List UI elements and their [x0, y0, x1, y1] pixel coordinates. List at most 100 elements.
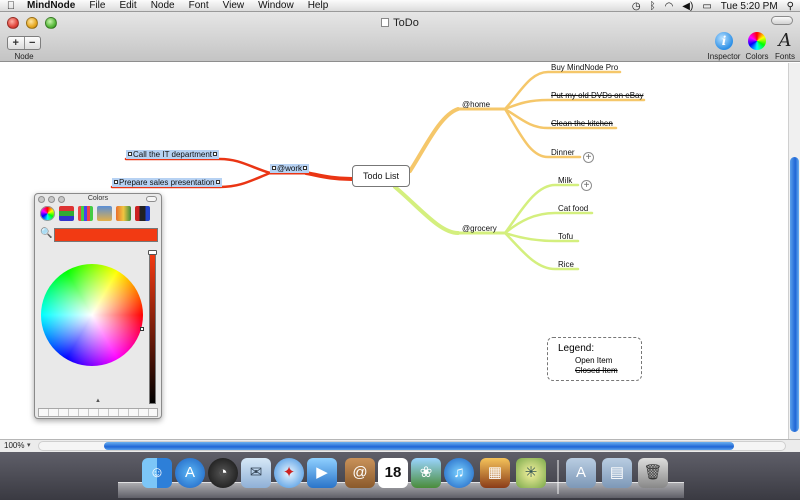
menu-file[interactable]: File	[84, 0, 114, 12]
selection-handle[interactable]	[215, 180, 220, 184]
node-milk[interactable]: Milk	[558, 176, 572, 185]
zoom-dropdown-icon[interactable]: ▾	[27, 441, 31, 449]
menu-edit[interactable]: Edit	[114, 0, 145, 12]
info-icon: i	[715, 32, 733, 50]
iphoto-icon[interactable]: ❀	[411, 458, 441, 488]
battery-icon[interactable]: ▭	[702, 1, 711, 12]
zoom-level[interactable]: 100%	[4, 441, 24, 450]
time-machine-icon[interactable]: ◷	[632, 1, 641, 12]
node-grocery[interactable]: @grocery	[462, 224, 497, 233]
menu-app[interactable]: MindNode	[22, 0, 84, 12]
expand-dinner-button[interactable]: +	[583, 152, 594, 163]
node-cat-food[interactable]: Cat food	[558, 204, 588, 213]
legend-closed-item: Closed Item	[575, 366, 618, 375]
facetime-icon[interactable]: ▶	[307, 458, 337, 488]
dock-separator	[557, 460, 559, 494]
node-put-dvds-on-ebay[interactable]: Put my old DVDs on eBay	[551, 91, 643, 100]
node-work[interactable]: @work	[270, 164, 310, 173]
inspector-button[interactable]: i Inspector	[706, 32, 742, 61]
add-node-button[interactable]: +	[8, 37, 24, 49]
color-palettes-tab[interactable]	[78, 206, 93, 221]
colors-label: Colors	[745, 52, 769, 61]
toolbar-toggle-button[interactable]	[771, 16, 793, 25]
horizontal-scrollbar[interactable]	[38, 441, 786, 451]
menu-node[interactable]: Node	[146, 0, 184, 12]
expand-milk-button[interactable]: +	[581, 180, 592, 191]
menu-bar:  MindNode File Edit Node Font View Wind…	[0, 0, 800, 12]
menu-view[interactable]: View	[218, 0, 254, 12]
node-home[interactable]: @home	[462, 100, 490, 109]
spotlight-search-icon[interactable]: ⚲	[787, 1, 794, 12]
color-sliders-tab[interactable]	[59, 206, 74, 221]
favorite-swatches[interactable]	[38, 408, 158, 417]
branch-line-home	[408, 107, 460, 173]
selection-handle[interactable]	[303, 166, 308, 170]
address-book-icon[interactable]: @	[345, 458, 375, 488]
selection-handle[interactable]	[213, 152, 218, 156]
color-wheel-cursor[interactable]	[140, 327, 144, 331]
vertical-scroll-thumb[interactable]	[790, 157, 799, 432]
applications-folder-icon[interactable]: A	[566, 458, 596, 488]
colors-button[interactable]: Colors	[743, 32, 771, 61]
legend-box[interactable]: Legend: Open Item Closed Item	[547, 337, 642, 381]
brightness-slider[interactable]	[149, 254, 156, 404]
status-bar: 100% ▾	[0, 439, 800, 452]
itunes-icon[interactable]: ♫	[444, 458, 474, 488]
brightness-slider-knob[interactable]	[148, 250, 157, 255]
horizontal-scroll-thumb[interactable]	[104, 442, 734, 450]
root-node[interactable]: Todo List	[352, 165, 410, 187]
apple-menu-icon[interactable]: 	[0, 0, 22, 12]
window-title: ToDo	[0, 17, 800, 29]
current-color-swatch[interactable]	[54, 228, 158, 242]
color-wheel-icon	[748, 32, 766, 50]
image-palettes-tab[interactable]	[97, 206, 112, 221]
node-rice[interactable]: Rice	[558, 260, 574, 269]
legend-open-item: Open Item	[575, 356, 613, 365]
app-store-icon[interactable]: A	[175, 458, 205, 488]
branch-line-it	[124, 157, 272, 175]
node-clean-kitchen[interactable]: Clean the kitchen	[551, 119, 613, 128]
favorites-drag-handle[interactable]: ▲	[95, 398, 101, 404]
node-buy-mindnode-pro[interactable]: Buy MindNode Pro	[551, 63, 618, 72]
colors-panel: Colors 🔍 ▲	[34, 193, 162, 419]
ical-icon[interactable]: 18	[378, 458, 408, 488]
trash-icon[interactable]: 🗑	[638, 458, 668, 488]
branch-line-work	[304, 171, 354, 181]
selection-handle[interactable]	[114, 180, 118, 184]
selection-handle[interactable]	[128, 152, 132, 156]
wifi-icon[interactable]: ◠	[665, 1, 674, 12]
menu-clock[interactable]: Tue 5:20 PM	[721, 1, 778, 12]
node-tofu[interactable]: Tofu	[558, 232, 573, 241]
menu-font[interactable]: Font	[184, 0, 218, 12]
documents-folder-icon[interactable]: ▤	[602, 458, 632, 488]
vertical-scrollbar[interactable]	[788, 63, 800, 439]
color-wheel[interactable]	[41, 264, 143, 366]
pencils-tab[interactable]	[135, 206, 150, 221]
node-dinner[interactable]: Dinner	[551, 148, 575, 157]
volume-icon[interactable]: ◀)	[682, 1, 693, 12]
legend-title: Legend:	[558, 343, 595, 354]
finder-icon[interactable]: ☺	[142, 458, 172, 488]
document-proxy-icon[interactable]	[381, 18, 390, 27]
preview-icon[interactable]: ▦	[480, 458, 510, 488]
colors-panel-title: Colors	[87, 195, 109, 202]
safari-icon[interactable]: ✦	[274, 458, 304, 488]
bluetooth-icon[interactable]: ᛒ	[650, 1, 656, 12]
fonts-label: Fonts	[774, 52, 795, 61]
crayons-tab[interactable]	[116, 206, 131, 221]
node-segmented-control: + −	[7, 36, 41, 50]
mindnode-icon[interactable]: ✳	[516, 458, 546, 488]
mail-icon[interactable]: ✉	[241, 458, 271, 488]
menu-window[interactable]: Window	[253, 0, 303, 12]
color-wheel-tab[interactable]	[40, 206, 55, 221]
remove-node-button[interactable]: −	[23, 37, 41, 49]
menu-help[interactable]: Help	[303, 0, 338, 12]
node-call-it-department[interactable]: Call the IT department	[126, 150, 220, 159]
dashboard-icon[interactable]: ◔	[208, 458, 238, 488]
selection-handle[interactable]	[272, 166, 276, 170]
magnifier-icon[interactable]: 🔍	[40, 228, 52, 239]
fonts-button[interactable]: A Fonts	[772, 32, 798, 62]
panel-toolbar-toggle[interactable]	[146, 196, 157, 202]
current-color-row: 🔍	[38, 228, 158, 244]
node-prepare-sales-presentation[interactable]: Prepare sales presentation	[112, 178, 222, 187]
